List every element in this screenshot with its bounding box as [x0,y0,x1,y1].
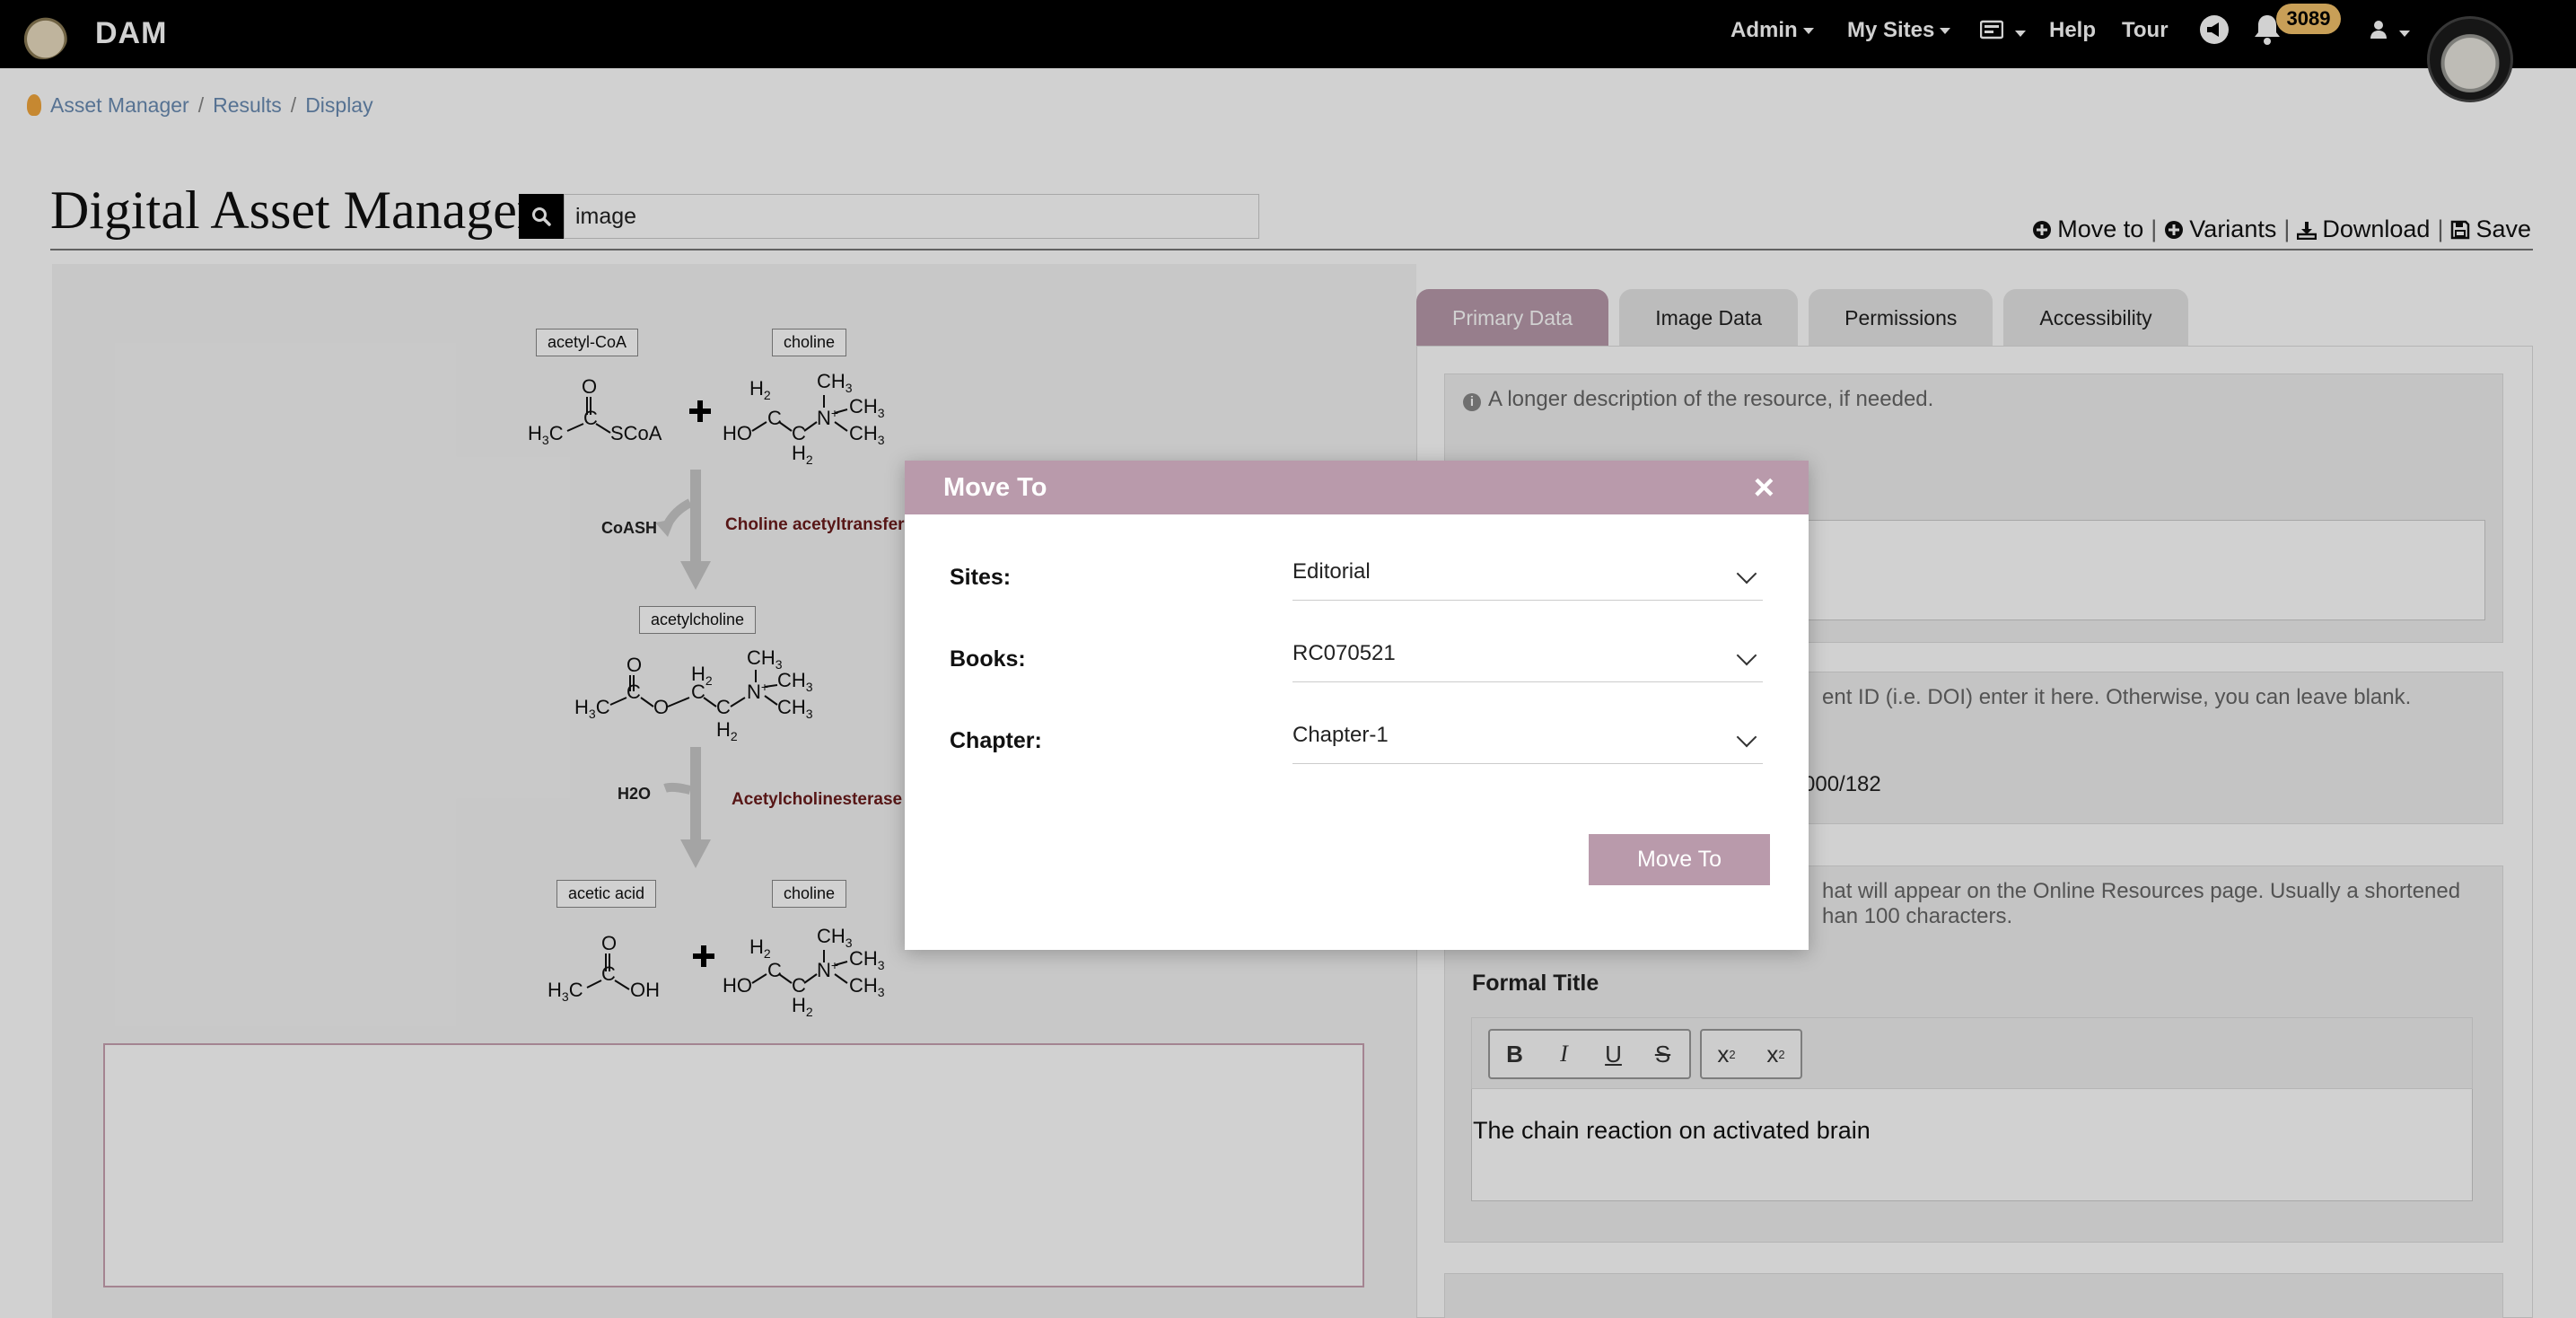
books-selected-value: RC070521 [1292,641,1396,665]
books-select[interactable]: RC070521 [1292,632,1763,682]
chapter-select[interactable]: Chapter-1 [1292,714,1763,764]
move-to-dialog-title: Move To [943,473,1047,502]
books-row: Books: RC070521 [950,632,1763,686]
move-to-dialog-header: Move To × [905,461,1809,514]
chevron-down-icon [1736,645,1757,666]
sites-selected-value: Editorial [1292,559,1371,584]
chapter-selected-value: Chapter-1 [1292,723,1389,747]
move-to-submit-button[interactable]: Move To [1589,834,1770,885]
chevron-down-icon [1736,563,1757,584]
chapter-label: Chapter: [950,728,1042,753]
chevron-down-icon [1736,726,1757,748]
books-label: Books: [950,646,1026,672]
move-to-dialog: Move To × Sites: Editorial Books: RC0705… [905,461,1809,950]
chapter-row: Chapter: Chapter-1 [950,714,1763,768]
close-icon[interactable]: × [1754,468,1774,507]
sites-row: Sites: Editorial [950,550,1763,604]
sites-select[interactable]: Editorial [1292,550,1763,601]
sites-label: Sites: [950,565,1012,590]
